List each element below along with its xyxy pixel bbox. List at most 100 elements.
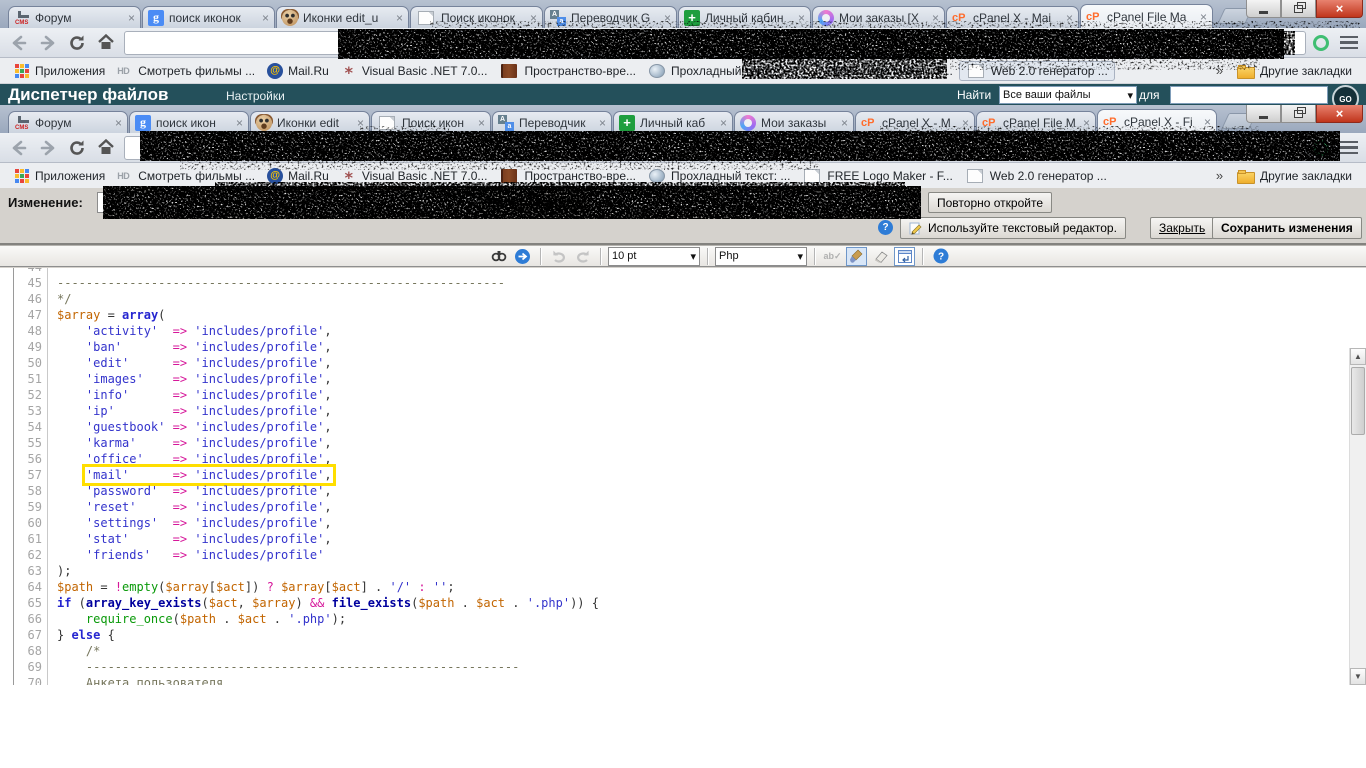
bookmark-item[interactable]: Mail.Ru xyxy=(261,167,335,185)
go-button[interactable]: GO xyxy=(1332,85,1359,105)
browser-tab[interactable]: cPanel X - Fi × xyxy=(1097,109,1217,133)
tab-close-icon[interactable]: × xyxy=(262,11,269,25)
browser-tab[interactable]: Переводчик G × xyxy=(544,6,677,28)
menu-icon[interactable] xyxy=(1340,36,1358,50)
reload-icon[interactable] xyxy=(66,137,88,159)
browser-tab[interactable]: cPanel File Ma × xyxy=(1080,4,1213,28)
back-icon[interactable] xyxy=(8,32,30,54)
reopen-button[interactable]: Повторно откройте xyxy=(928,192,1052,213)
tab-close-icon[interactable]: × xyxy=(530,11,537,25)
address-bar[interactable] xyxy=(124,136,1306,160)
tab-close-icon[interactable]: × xyxy=(1204,115,1211,129)
restore-button[interactable] xyxy=(1281,0,1316,18)
scroll-down-icon[interactable]: ▼ xyxy=(1350,668,1366,685)
browser-tab[interactable]: cPanel X - M × xyxy=(855,111,975,133)
browser-tab[interactable]: Поиск икон × xyxy=(371,111,491,133)
file-path-input[interactable] xyxy=(97,192,480,213)
browser-tab[interactable]: Поиск иконок × xyxy=(410,6,543,28)
other-bookmarks[interactable]: Другие закладки xyxy=(1231,62,1358,80)
scrollbar[interactable]: ▲ ▼ xyxy=(1349,348,1366,685)
bookmark-item[interactable]: Visual Basic .NET 7.0... xyxy=(335,167,494,185)
eraser-icon[interactable] xyxy=(870,247,891,266)
preview-icon[interactable] xyxy=(894,247,915,266)
bookmarks-overflow-chevron[interactable]: » xyxy=(1208,63,1231,78)
brush-icon[interactable] xyxy=(846,247,867,266)
browser-tab[interactable]: Переводчик × xyxy=(492,111,612,133)
encoding-select[interactable]: utf-8▾ xyxy=(590,192,908,213)
bookmark-item[interactable]: Web 2.0 генератор ... xyxy=(959,61,1115,81)
settings-link[interactable]: Настройки xyxy=(226,89,285,103)
tab-close-icon[interactable]: × xyxy=(478,116,485,130)
bookmark-item[interactable]: Смотреть фильмы ... xyxy=(111,62,261,80)
tab-close-icon[interactable]: × xyxy=(798,11,805,25)
forward-icon[interactable] xyxy=(37,32,59,54)
tab-close-icon[interactable]: × xyxy=(357,116,364,130)
browser-tab[interactable]: Личный каб × xyxy=(613,111,733,133)
browser-tab[interactable]: Форум × xyxy=(8,111,128,133)
tab-close-icon[interactable]: × xyxy=(932,11,939,25)
code-editor[interactable]: 44--------------------------------------… xyxy=(0,268,1366,685)
save-changes-button[interactable]: Сохранить изменения xyxy=(1212,217,1362,239)
home-icon[interactable] xyxy=(95,32,117,54)
browser-tab[interactable]: Мои заказы × xyxy=(734,111,854,133)
reload-icon[interactable] xyxy=(66,32,88,54)
bookmark-item[interactable]: Прохладный текст: ... xyxy=(642,167,796,185)
browser-tab[interactable]: cPanel X - Mai × xyxy=(946,6,1079,28)
search-scope-select[interactable]: Все ваши файлы▾ xyxy=(999,86,1137,104)
use-text-editor-button[interactable]: Используйте текстовый редактор. xyxy=(900,217,1126,239)
search-input[interactable] xyxy=(1170,86,1328,104)
tab-close-icon[interactable]: × xyxy=(128,11,135,25)
tab-close-icon[interactable]: × xyxy=(962,116,969,130)
bookmark-item[interactable]: Web 2.0 генератор ... xyxy=(959,167,1113,185)
tab-close-icon[interactable]: × xyxy=(720,116,727,130)
spellcheck-icon[interactable]: ab✓ xyxy=(822,247,843,266)
bookmark-item[interactable]: Mail.Ru xyxy=(261,62,335,80)
close-button[interactable]: × xyxy=(1316,0,1363,18)
help-icon[interactable]: ? xyxy=(878,220,893,235)
browser-tab[interactable]: cPanel File M × xyxy=(976,111,1096,133)
syntax-select[interactable]: Php▾ xyxy=(715,247,807,266)
browser-tab[interactable]: Личный кабин × xyxy=(678,6,811,28)
bookmark-item[interactable]: Прохладный текст: ... xyxy=(642,62,796,80)
other-bookmarks[interactable]: Другие закладки xyxy=(1231,167,1358,185)
browser-tab[interactable]: Форум × xyxy=(8,6,141,28)
bookmarks-overflow-chevron[interactable]: » xyxy=(1208,168,1231,183)
close-button[interactable]: × xyxy=(1316,105,1363,123)
browser-tab[interactable]: поиск икон × xyxy=(129,111,249,133)
bookmark-item[interactable]: Visual Basic .NET 7.0... xyxy=(335,62,494,80)
bookmark-item[interactable]: Пространство-вре... xyxy=(493,62,642,80)
tab-close-icon[interactable]: × xyxy=(841,116,848,130)
bookmark-item[interactable]: Пространство-вре... xyxy=(493,167,642,185)
menu-icon[interactable] xyxy=(1340,141,1358,155)
tab-close-icon[interactable]: × xyxy=(599,116,606,130)
close-editor-button[interactable]: Закрыть xyxy=(1150,217,1214,239)
browser-tab[interactable]: Мои заказы [X × xyxy=(812,6,945,28)
home-icon[interactable] xyxy=(95,137,117,159)
forward-icon[interactable] xyxy=(37,137,59,159)
tab-close-icon[interactable]: × xyxy=(1083,116,1090,130)
tab-close-icon[interactable]: × xyxy=(115,116,122,130)
browser-tab[interactable]: Иконки edit_u × xyxy=(276,6,409,28)
bookmark-item[interactable]: Смотреть фильмы ... xyxy=(111,167,261,185)
bookmark-item[interactable]: FREE Logo Maker - F... xyxy=(796,167,958,185)
address-bar[interactable] xyxy=(124,31,1306,55)
tab-close-icon[interactable]: × xyxy=(236,116,243,130)
extension-icon[interactable] xyxy=(1313,140,1329,156)
extension-icon[interactable] xyxy=(1313,35,1329,51)
tab-close-icon[interactable]: × xyxy=(1066,11,1073,25)
tab-close-icon[interactable]: × xyxy=(664,11,671,25)
browser-tab[interactable]: поиск иконок × xyxy=(142,6,275,28)
minimize-button[interactable] xyxy=(1246,105,1281,123)
minimize-button[interactable] xyxy=(1246,0,1281,18)
tab-close-icon[interactable]: × xyxy=(1200,10,1207,24)
redo-icon[interactable] xyxy=(572,247,593,266)
bookmark-item[interactable]: Приложения xyxy=(8,62,111,80)
font-size-select[interactable]: 10 pt▾ xyxy=(608,247,700,266)
goto-line-icon[interactable] xyxy=(512,247,533,266)
scrollbar-thumb[interactable] xyxy=(1351,367,1365,435)
undo-icon[interactable] xyxy=(548,247,569,266)
browser-tab[interactable]: Иконки edit × xyxy=(250,111,370,133)
scroll-up-icon[interactable]: ▲ xyxy=(1350,348,1366,365)
restore-button[interactable] xyxy=(1281,105,1316,123)
tab-close-icon[interactable]: × xyxy=(396,11,403,25)
